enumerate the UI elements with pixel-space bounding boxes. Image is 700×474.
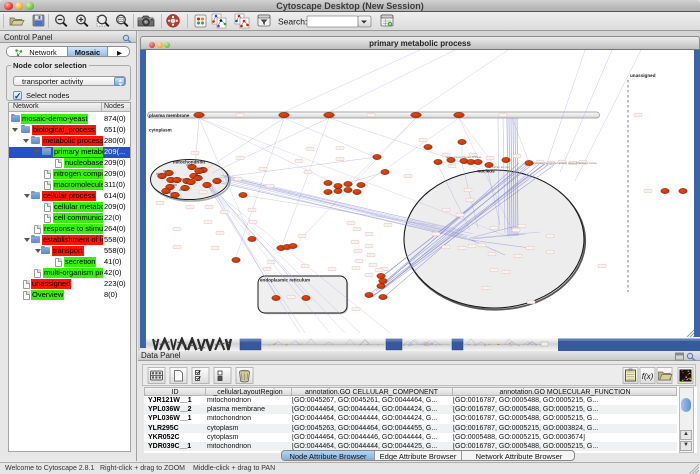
svg-text:endoplasmic reticulum: endoplasmic reticulum bbox=[260, 278, 310, 283]
svg-text:f(x): f(x) bbox=[642, 372, 654, 381]
svg-text:unassigned: unassigned bbox=[630, 73, 656, 78]
svg-text:carrier act (G): carrier act (G) bbox=[492, 165, 509, 169]
svg-text:vacuolar transporter activity: vacuolar transporter activity (GeneOntol… bbox=[533, 161, 597, 165]
svg-text:plasma membrane: plasma membrane bbox=[149, 113, 190, 118]
svg-text:nucleus: nucleus bbox=[477, 169, 495, 174]
svg-text:Search:: Search: bbox=[278, 17, 307, 27]
svg-text:cytoplasm: cytoplasm bbox=[149, 128, 172, 133]
svg-text:mitochondrion: mitochondrion bbox=[173, 160, 205, 165]
